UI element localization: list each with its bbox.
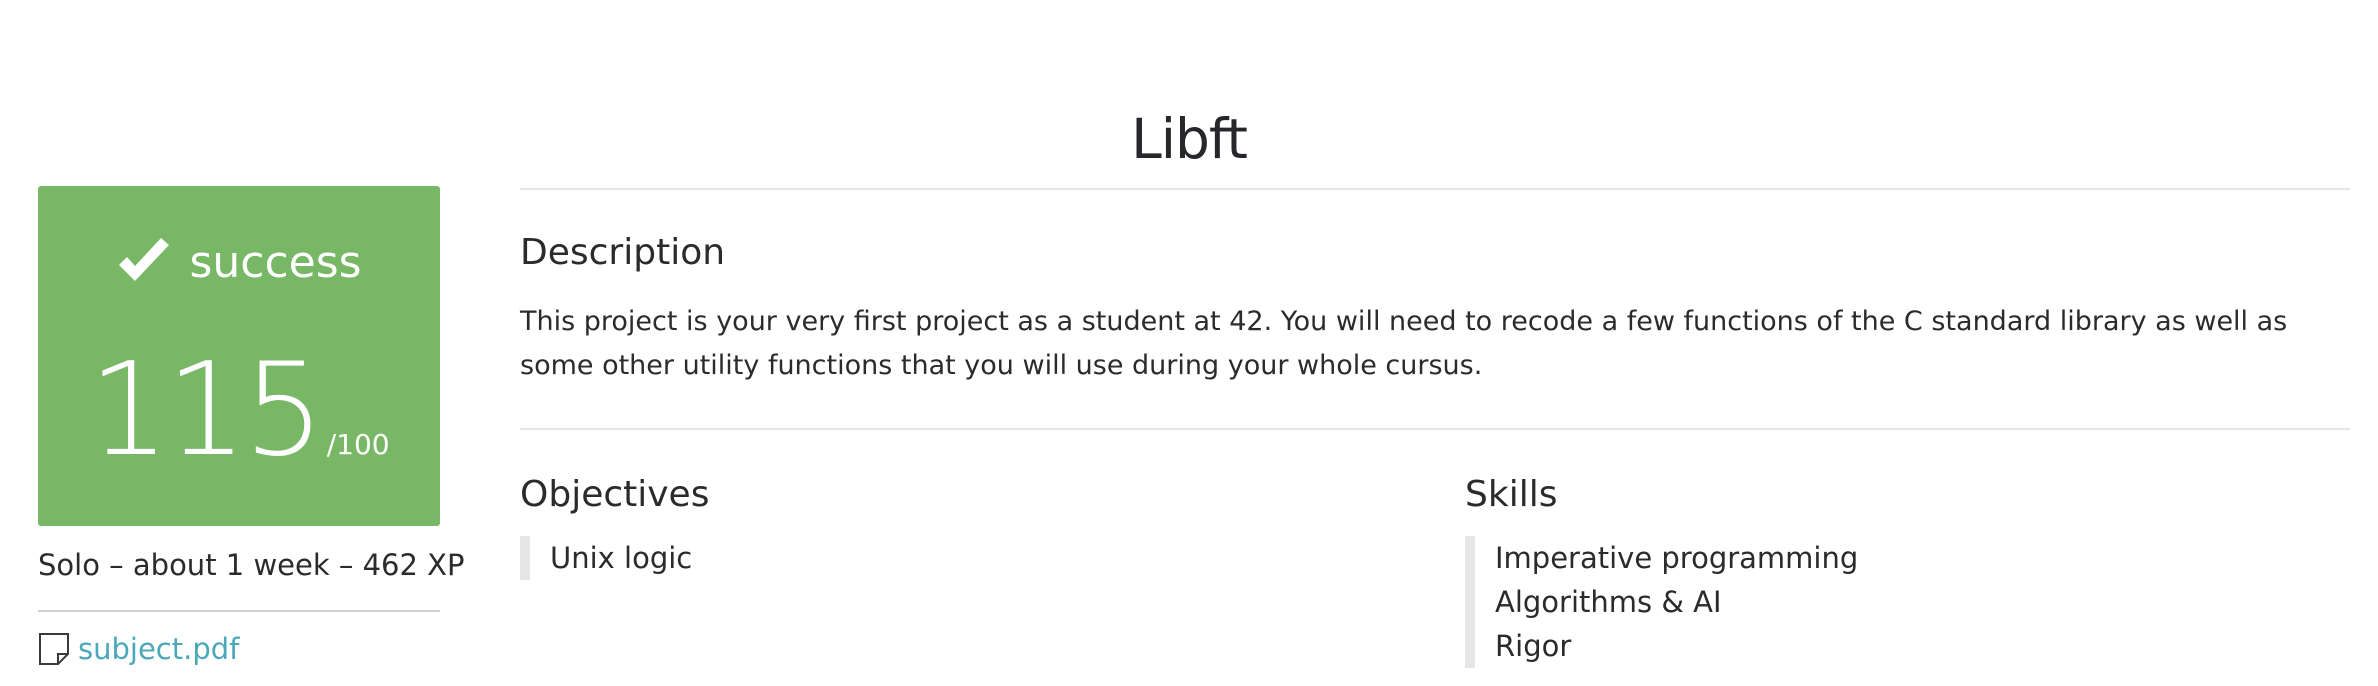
score-value: 115 bbox=[88, 336, 324, 485]
skills-heading: Skills bbox=[1465, 474, 1558, 515]
score-card: success 115/100 bbox=[38, 186, 440, 526]
skills-list: Imperative programming Algorithms & AI R… bbox=[1465, 536, 1858, 668]
subject-pdf-label: subject.pdf bbox=[78, 632, 240, 666]
skill-item: Algorithms & AI bbox=[1495, 585, 1722, 619]
description-text: This project is your very first project … bbox=[520, 306, 2288, 381]
status-line: success bbox=[38, 238, 440, 288]
description-heading: Description bbox=[520, 232, 726, 273]
check-icon bbox=[119, 238, 170, 281]
objectives-heading: Objectives bbox=[520, 474, 710, 515]
score-line: 115/100 bbox=[38, 346, 440, 476]
status-label: success bbox=[189, 237, 362, 288]
objectives-list: Unix logic bbox=[520, 536, 692, 580]
skill-item: Imperative programming bbox=[1495, 541, 1859, 575]
subject-pdf-link[interactable]: subject.pdf bbox=[38, 632, 239, 666]
objective-item: Unix logic bbox=[550, 541, 693, 575]
page-title: Libft bbox=[1131, 106, 1248, 171]
project-meta: Solo – about 1 week – 462 XP bbox=[38, 548, 465, 582]
file-icon bbox=[39, 633, 69, 665]
section-divider bbox=[520, 428, 2350, 430]
header-divider bbox=[520, 188, 2350, 190]
meta-divider bbox=[38, 610, 440, 612]
skill-item: Rigor bbox=[1495, 629, 1572, 663]
score-max: /100 bbox=[326, 428, 390, 461]
